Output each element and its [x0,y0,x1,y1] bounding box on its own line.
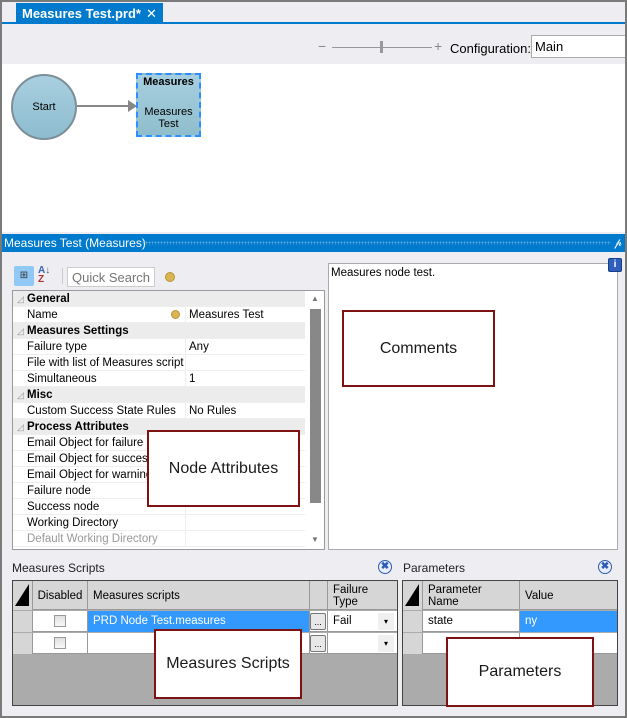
parameter-name-cell[interactable]: state [423,611,520,632]
comments-text: Measures node test. [331,267,436,279]
measures-node[interactable]: Measures Measures Test [136,73,201,137]
comments-textarea[interactable]: Measures node test. [328,263,618,550]
chevron-down-icon[interactable]: ▾ [378,635,394,652]
reference-icon[interactable] [165,272,175,282]
scroll-down-icon[interactable]: ▼ [311,535,319,544]
parameter-value-cell[interactable]: ny [520,611,617,632]
panel-title: Measures Test (Measures) [4,236,146,250]
select-all-corner[interactable] [403,581,423,610]
failure-type-select[interactable]: ▾ [328,633,397,654]
toolbar-separator [62,268,63,284]
category-general[interactable]: ◿ General [13,291,305,307]
column-header-value[interactable]: Value [520,581,617,610]
row-header[interactable] [13,633,33,654]
disabled-checkbox[interactable] [54,637,66,649]
reference-icon [171,310,180,319]
collapse-icon[interactable]: ◿ [17,419,24,435]
properties-panel-header: Measures Test (Measures) 𝓅 [2,234,625,252]
column-header-parameter-name[interactable]: Parameter Name [423,581,520,610]
callout-measures-scripts: Measures Scripts [154,629,302,699]
table-header: Disabled Measures scripts Failure Type [13,581,397,610]
info-icon[interactable]: i [608,258,622,272]
property-row[interactable]: Failure type Any [13,339,305,355]
property-grid-table: ◿ General Name Measures Test ◿ Measures Set… [12,290,325,550]
table-header: Parameter Name Value [403,581,617,610]
category-misc[interactable]: ◿ Misc [13,387,305,403]
property-grid-scrollbar[interactable]: ▲ ▼ [306,291,324,549]
tab-title: Measures Test.prd* [22,6,141,21]
table-row[interactable]: state ny [403,611,617,632]
measures-scripts-title: Measures Scripts [12,561,105,575]
document-tab-bar: Measures Test.prd* ✕ [2,2,625,24]
node-type-label: Measures [143,76,194,88]
callout-comments: Comments [342,310,495,387]
property-row[interactable]: Working Directory [13,515,305,531]
node-name-line2: Test [158,118,179,130]
column-header-disabled[interactable]: Disabled [33,581,88,610]
row-header[interactable] [403,633,423,654]
zoom-slider-thumb[interactable] [380,41,383,53]
panel-grip [142,241,611,245]
zoom-in-button[interactable]: + [434,38,442,54]
browse-button[interactable]: ... [310,635,326,652]
column-header-browse[interactable] [310,581,328,610]
collapse-icon[interactable]: ◿ [17,323,24,339]
collapse-icon[interactable]: ◿ [17,387,24,403]
connector-line[interactable] [77,105,132,107]
scrollbar-thumb[interactable] [310,309,321,503]
close-parameters-icon[interactable]: ✖ [598,560,612,574]
collapse-icon[interactable]: ◿ [17,291,24,307]
close-icon[interactable]: ✕ [146,3,157,24]
start-node-label: Start [32,101,56,113]
category-measures-settings[interactable]: ◿ Measures Settings [13,323,305,339]
close-measures-scripts-icon[interactable]: ✖ [378,560,392,574]
column-header-scripts[interactable]: Measures scripts [88,581,310,610]
property-row[interactable]: File with list of Measures scripts [13,355,305,371]
browse-button[interactable]: ... [310,613,326,630]
select-all-corner[interactable] [13,581,33,610]
quick-search-input[interactable] [67,267,155,287]
property-row-disabled: Default Working Directory [13,531,305,547]
property-row[interactable]: Name Measures Test [13,307,305,323]
zoom-out-button[interactable]: − [318,38,326,54]
row-header[interactable] [403,611,423,632]
property-row[interactable]: Custom Success State Rules No Rules [13,403,305,419]
chevron-down-icon[interactable]: ▾ [378,613,394,630]
property-row[interactable]: Simultaneous 1 [13,371,305,387]
start-node[interactable]: Start [11,74,77,140]
callout-node-attributes: Node Attributes [147,430,300,507]
configuration-select[interactable]: Main [531,35,625,58]
workflow-canvas[interactable]: Start Measures Measures Test [2,64,625,232]
parameters-title: Parameters [403,561,466,575]
disabled-checkbox[interactable] [54,615,66,627]
designer-toolbar: − + Configuration: Main [2,26,625,64]
pin-icon[interactable]: 𝓅 [614,234,622,252]
row-header[interactable] [13,611,33,632]
app-window: Measures Test.prd* ✕ − + Configuration: … [2,2,625,716]
sort-alphabetical-icon[interactable]: A↓ Z [38,266,50,285]
callout-parameters: Parameters [446,637,594,707]
document-tab[interactable]: Measures Test.prd* ✕ [16,3,163,24]
categorized-view-icon[interactable]: ⊞ [14,266,34,286]
column-header-failure-type[interactable]: Failure Type [328,581,397,610]
configuration-label: Configuration: [450,41,531,56]
failure-type-select[interactable]: Fail ▾ [328,611,397,632]
scroll-up-icon[interactable]: ▲ [311,294,319,303]
property-grid-toolbar: ⊞ A↓ Z [10,262,325,288]
node-name-line1: Measures [144,106,193,118]
